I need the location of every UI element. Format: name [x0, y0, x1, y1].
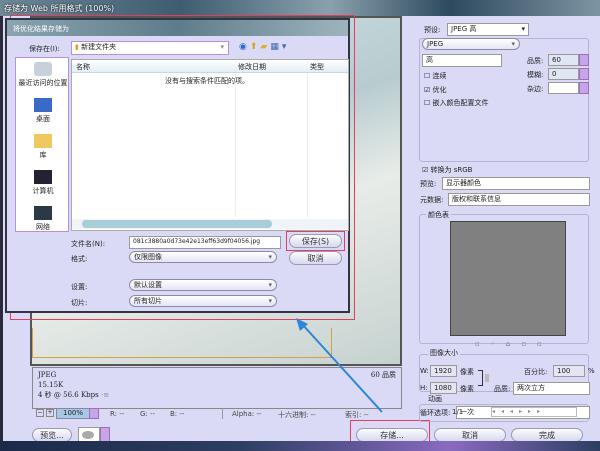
annotation-arrow — [296, 318, 383, 413]
taskbar — [0, 441, 600, 451]
